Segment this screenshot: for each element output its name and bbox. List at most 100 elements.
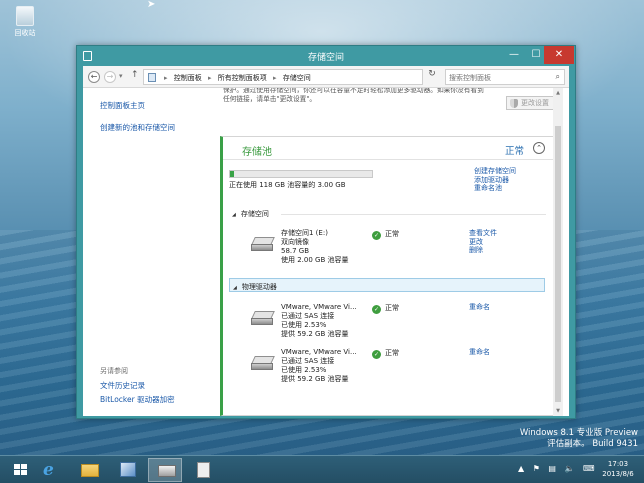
check-icon: ✓	[372, 231, 381, 240]
taskbar-clock[interactable]: 17:03 2013/8/6	[596, 459, 640, 479]
left-navigation-pane: 控制面板主页 创建新的池和存储空间 另请参阅 文件历史记录 BitLocker …	[83, 88, 220, 416]
windows-logo-icon	[14, 464, 28, 476]
scrollbar-thumb[interactable]	[555, 126, 561, 402]
search-input[interactable]	[449, 72, 549, 83]
internet-explorer-icon: e	[43, 460, 54, 480]
breadcrumb-item-all-items[interactable]: 所有控制面板项	[218, 74, 267, 82]
breadcrumb[interactable]: ▸ 控制面板 ▸ 所有控制面板项 ▸ 存储空间 ▾	[143, 69, 477, 85]
hard-drive-icon	[251, 311, 275, 327]
taskbar-internet-explorer[interactable]: e	[34, 458, 68, 482]
drive-status-label: 正常	[385, 349, 399, 357]
intro-text: 保护。通过使用存储空间，你还可以在容量不足时轻松添加更多驱动器。如果你没有看到任…	[223, 88, 484, 103]
vertical-scrollbar[interactable]: ▲ ▼	[553, 88, 563, 416]
pool-usage-text: 正在使用 118 GB 池容量的 3.00 GB	[229, 181, 346, 189]
storage-space-item[interactable]: 存储空间1 (E:) 双向镜像 58.7 GB 使用 2.00 GB 池容量 ✓…	[251, 229, 541, 271]
pool-status: 正常	[505, 146, 525, 157]
window-title: 存储空间	[307, 53, 344, 63]
recycle-bin-desktop-icon[interactable]: 回收站	[8, 6, 42, 38]
system-tray: ▲ ⚑ ▤ 🔈 ⌨	[518, 464, 601, 473]
network-icon[interactable]: ▤	[548, 464, 556, 473]
check-icon: ✓	[372, 350, 381, 359]
add-drives-link[interactable]: 添加驱动器	[474, 176, 516, 185]
document-icon	[197, 462, 210, 478]
watermark-build: 评估副本。 Build 9431	[547, 439, 638, 449]
storage-spaces-heading: 存储空间	[240, 210, 269, 218]
scroll-up-icon[interactable]: ▲	[553, 88, 563, 98]
rename-drive-link[interactable]: 重命名	[469, 348, 490, 357]
create-pool-link[interactable]: 创建新的池和存储空间	[100, 122, 175, 133]
main-pane: 保护。通过使用存储空间，你还可以在容量不足时轻松添加更多驱动器。如果你没有看到任…	[220, 88, 569, 416]
recent-locations-button[interactable]: ▾	[119, 72, 123, 80]
bitlocker-link[interactable]: BitLocker 驱动器加密	[100, 394, 175, 405]
physical-drive-item[interactable]: VMware, VMware Vi... 已通过 SAS 连接 已使用 2.53…	[251, 348, 541, 390]
change-settings-label: 更改设置	[521, 99, 549, 107]
control-panel-home-link[interactable]: 控制面板主页	[100, 100, 145, 111]
physical-drive-item[interactable]: VMware, VMware Vi... 已通过 SAS 连接 已使用 2.53…	[251, 303, 541, 345]
rename-pool-link[interactable]: 重命名池	[474, 184, 516, 193]
space-resiliency: 双向镜像	[281, 238, 309, 246]
check-icon: ✓	[372, 305, 381, 314]
minimize-button[interactable]: —	[502, 46, 526, 64]
pool-task-links: 创建存储空间 添加驱动器 重命名池	[474, 167, 516, 193]
storage-spaces-window: 存储空间 — ☐ ✕ ← → ▾ ↑ ▸ 控制面板 ▸ 所有控制面板项 ▸ 存储…	[76, 45, 576, 419]
content-area: 控制面板主页 创建新的池和存储空间 另请参阅 文件历史记录 BitLocker …	[83, 88, 569, 416]
space-capacity: 58.7 GB	[281, 247, 310, 255]
see-also-heading: 另请参阅	[100, 367, 128, 375]
show-hidden-icons[interactable]: ▲	[518, 464, 524, 473]
physical-drives-section-header[interactable]: ◢ 物理驱动器	[229, 278, 545, 292]
space-pool-usage: 使用 2.00 GB 池容量	[281, 256, 349, 264]
mouse-pointer-icon: ➤	[147, 0, 156, 10]
up-button[interactable]: ↑	[131, 70, 139, 80]
breadcrumb-item-storage-spaces[interactable]: 存储空间	[283, 74, 311, 82]
control-panel-icon	[148, 73, 156, 82]
evaluation-watermark: Windows 8.1 专业版 Preview 评估副本。 Build 9431	[460, 428, 638, 450]
address-bar: ← → ▾ ↑ ▸ 控制面板 ▸ 所有控制面板项 ▸ 存储空间 ▾ ↻ ⌕	[83, 66, 569, 88]
close-button[interactable]: ✕	[544, 46, 574, 64]
hard-drive-icon	[251, 356, 275, 372]
breadcrumb-separator-icon[interactable]: ▸	[273, 74, 277, 82]
control-panel-icon	[120, 462, 136, 477]
search-icon[interactable]: ⌕	[556, 72, 560, 82]
taskbar-document-app[interactable]	[186, 458, 220, 482]
storage-spaces-section-header[interactable]: ◢ 存储空间	[232, 209, 269, 219]
watermark-edition: Windows 8.1 专业版 Preview	[519, 428, 638, 438]
section-rule	[281, 214, 546, 215]
pool-title: 存储池	[242, 147, 272, 158]
create-space-link[interactable]: 创建存储空间	[474, 167, 516, 176]
drive-used: 已使用 2.53%	[281, 321, 327, 329]
collapse-icon[interactable]: ⌃	[533, 142, 545, 154]
taskbar-control-panel[interactable]	[110, 458, 144, 482]
drive-used: 已使用 2.53%	[281, 366, 327, 374]
rename-drive-link[interactable]: 重命名	[469, 303, 490, 312]
taskbar-file-explorer[interactable]	[72, 458, 106, 482]
collapse-triangle-icon: ◢	[233, 285, 237, 291]
volume-icon[interactable]: 🔈	[565, 464, 575, 473]
refresh-button[interactable]: ↻	[425, 69, 439, 85]
clock-date: 2013/8/6	[602, 470, 634, 478]
start-button[interactable]	[4, 458, 38, 482]
collapse-triangle-icon: ◢	[232, 212, 236, 218]
taskbar-storage-spaces[interactable]	[148, 458, 182, 482]
view-files-link[interactable]: 查看文件	[469, 229, 497, 238]
action-center-flag-icon[interactable]: ⚑	[533, 464, 540, 473]
change-space-link[interactable]: 更改	[469, 238, 497, 247]
forward-button[interactable]: →	[104, 71, 116, 83]
pool-usage-fill	[230, 171, 234, 177]
file-history-link[interactable]: 文件历史记录	[100, 380, 145, 391]
input-method-icon[interactable]: ⌨	[583, 464, 595, 473]
back-button[interactable]: ←	[88, 71, 100, 83]
drive-provided: 提供 59.2 GB 池容量	[281, 375, 349, 383]
breadcrumb-item-control-panel[interactable]: 控制面板	[174, 74, 202, 82]
delete-space-link[interactable]: 删除	[469, 246, 497, 255]
drive-connection: 已通过 SAS 连接	[281, 357, 335, 365]
uac-shield-icon	[510, 99, 518, 108]
scroll-down-icon[interactable]: ▼	[553, 406, 563, 416]
change-settings-button[interactable]: 更改设置	[506, 96, 554, 110]
clock-time: 17:03	[607, 460, 629, 468]
breadcrumb-separator-icon[interactable]: ▸	[208, 74, 212, 82]
physical-drives-heading: 物理驱动器	[241, 283, 277, 291]
title-bar[interactable]: 存储空间 — ☐ ✕	[77, 46, 575, 66]
space-status: ✓ 正常	[372, 229, 399, 240]
space-status-label: 正常	[385, 230, 399, 238]
taskbar: e ▲ ⚑ ▤ 🔈 ⌨ 17:03 2013/8/6	[0, 455, 644, 483]
